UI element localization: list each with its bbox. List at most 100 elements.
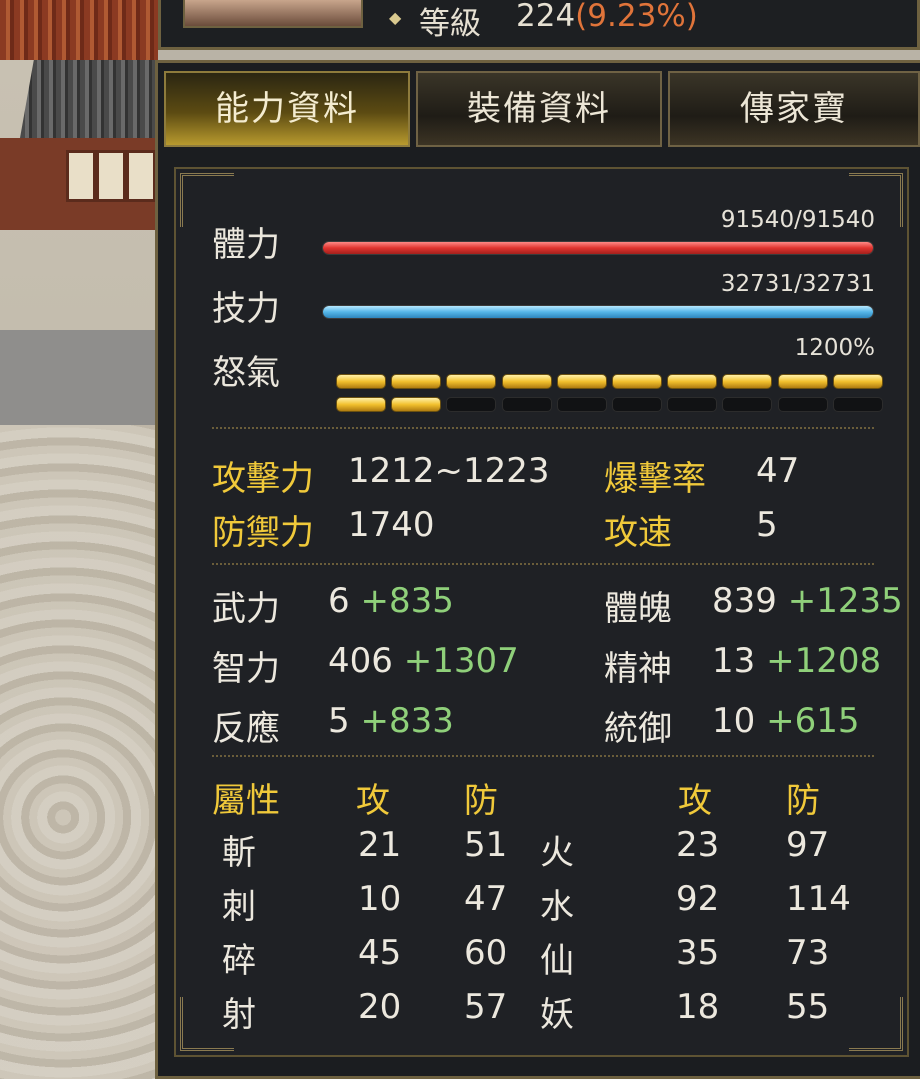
game-world-background [0, 0, 158, 1079]
element-name: 仙 [540, 941, 574, 981]
rage-segment [832, 374, 883, 389]
element-header-atk: 攻 [356, 781, 390, 821]
rage-segment [336, 374, 386, 389]
attr-label: 精神 [604, 649, 672, 689]
attr-value: 10 +615 [712, 701, 860, 741]
element-def: 51 [464, 825, 508, 865]
sand-ground [0, 425, 158, 1079]
element-atk: 21 [358, 825, 402, 865]
element-header-title: 屬性 [212, 781, 280, 821]
element-name: 斬 [222, 833, 256, 873]
mp-bar-fill [323, 306, 873, 318]
defense-label: 防禦力 [212, 513, 314, 553]
attr-value: 6 +835 [328, 581, 454, 621]
level-percent: (9.23%) [575, 0, 698, 34]
attr-value: 406 +1307 [328, 641, 519, 681]
element-def: 57 [464, 987, 508, 1027]
divider [212, 563, 874, 565]
building-roof-gray [20, 60, 158, 138]
element-header-def2: 防 [786, 781, 820, 821]
element-header-def: 防 [464, 781, 498, 821]
attr-value: 5 +833 [328, 701, 454, 741]
element-name: 碎 [222, 941, 256, 981]
ornament-corner [849, 997, 903, 1051]
tab-heirloom[interactable]: 傳家寶 [668, 71, 920, 147]
speed-value: 5 [756, 505, 778, 545]
attr-label: 統御 [604, 709, 672, 749]
attr-value: 13 +1208 [712, 641, 882, 681]
rage-segment [556, 397, 607, 412]
element-atk: 35 [676, 933, 720, 973]
rage-segment [722, 374, 773, 389]
element-header-atk2: 攻 [678, 781, 712, 821]
level-value: 224(9.23%) [516, 0, 698, 34]
rage-segment [612, 397, 662, 412]
building-window [96, 150, 126, 202]
element-name: 射 [222, 995, 256, 1035]
crit-label: 爆擊率 [604, 459, 706, 499]
divider [212, 427, 874, 429]
attr-label: 反應 [212, 709, 280, 749]
element-atk: 18 [676, 987, 720, 1027]
rage-segment [391, 374, 442, 389]
diamond-icon: ◆ [389, 8, 402, 27]
attr-value: 839 +1235 [712, 581, 903, 621]
mp-value: 32731/32731 [720, 271, 875, 297]
rage-segment [556, 374, 607, 389]
divider [212, 755, 874, 757]
hp-value: 91540/91540 [720, 207, 875, 233]
hp-label: 體力 [212, 225, 280, 265]
rage-segment [612, 374, 662, 389]
building-window [66, 150, 96, 202]
attack-value: 1212~1223 [348, 451, 550, 491]
rage-segment [667, 374, 718, 389]
rage-segment [501, 397, 552, 412]
mp-bar [322, 305, 874, 319]
element-name: 火 [540, 833, 574, 873]
mp-label: 技力 [212, 289, 280, 329]
rage-segment [777, 374, 828, 389]
hp-bar-fill [323, 242, 873, 254]
rage-segment [446, 397, 497, 412]
rage-label: 怒氣 [212, 353, 280, 393]
element-def: 97 [786, 825, 830, 865]
rage-segment [777, 397, 828, 412]
building-roof [0, 0, 158, 60]
rage-value: 1200% [794, 335, 875, 361]
rage-segment [336, 397, 386, 412]
attr-label: 體魄 [604, 589, 672, 629]
hp-bar [322, 241, 874, 255]
rage-segment [501, 374, 552, 389]
element-def: 47 [464, 879, 508, 919]
element-atk: 20 [358, 987, 402, 1027]
element-name: 水 [540, 887, 574, 927]
element-atk: 92 [676, 879, 720, 919]
crit-value: 47 [756, 451, 800, 491]
rage-segment [832, 397, 883, 412]
element-name: 妖 [540, 995, 574, 1035]
level-label: 等級 [419, 6, 481, 42]
building-window [126, 150, 156, 202]
element-atk: 10 [358, 879, 402, 919]
attr-label: 智力 [212, 649, 280, 689]
element-def: 60 [464, 933, 508, 973]
attack-label: 攻擊力 [212, 459, 314, 499]
stone-road [0, 330, 158, 425]
character-header: ◆ 等級 224(9.23%) [158, 0, 920, 50]
element-name: 刺 [222, 887, 256, 927]
element-def: 73 [786, 933, 830, 973]
character-stats-panel: 能力資料 裝備資料 傳家寶 體力 91540/91540 技力 32731/32… [155, 60, 920, 1079]
speed-label: 攻速 [604, 513, 672, 553]
element-atk: 45 [358, 933, 402, 973]
tab-ability[interactable]: 能力資料 [164, 71, 410, 147]
attr-label: 武力 [212, 589, 280, 629]
element-atk: 23 [676, 825, 720, 865]
element-def: 55 [786, 987, 830, 1027]
ability-content: 體力 91540/91540 技力 32731/32731 怒氣 1200% 攻… [174, 167, 909, 1057]
rage-segment [446, 374, 497, 389]
rage-segment [722, 397, 773, 412]
rage-segment [667, 397, 718, 412]
defense-value: 1740 [348, 505, 435, 545]
tab-equipment[interactable]: 裝備資料 [416, 71, 662, 147]
character-portrait [183, 0, 363, 28]
